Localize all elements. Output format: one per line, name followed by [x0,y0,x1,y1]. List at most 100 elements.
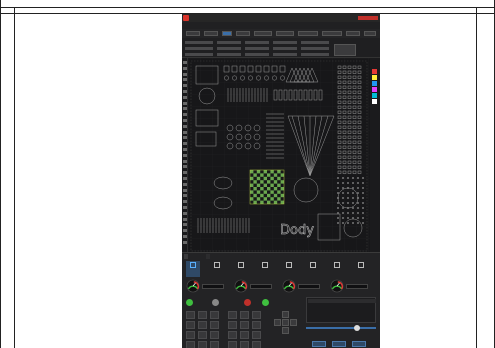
canvas-shape[interactable] [256,197,261,201]
canvas-shape[interactable] [267,187,271,191]
tool-icon[interactable] [183,90,187,93]
start-button[interactable] [258,261,272,277]
prop-cell[interactable] [273,47,297,50]
toolbar-field-1[interactable] [186,31,200,36]
enable-toggle[interactable] [186,299,193,306]
canvas-shape[interactable] [273,193,278,198]
canvas-shape[interactable] [280,180,284,184]
canvas-shape[interactable] [270,183,274,187]
option-toggle[interactable] [212,299,219,306]
prop-cell[interactable] [273,53,297,56]
control-button[interactable] [252,321,261,329]
prop-cell[interactable] [245,47,269,50]
tool-icon[interactable] [183,119,187,122]
canvas-shape[interactable] [250,183,254,187]
power-gauge-icon[interactable] [234,279,248,293]
control-button[interactable] [186,311,195,319]
tab-layer-panel[interactable] [206,254,210,259]
control-button[interactable] [228,311,237,319]
gauge-value[interactable] [250,284,272,289]
canvas-shape[interactable] [270,176,274,181]
toolbar-field-7[interactable] [298,31,318,36]
canvas-shape[interactable] [250,197,254,201]
canvas-shape[interactable] [280,200,284,204]
color-swatch[interactable] [372,81,377,86]
prop-cell[interactable] [273,41,297,44]
control-button[interactable] [210,311,219,319]
preview-button[interactable] [210,261,224,277]
canvas-shape[interactable] [250,176,254,181]
control-button[interactable] [198,311,207,319]
tool-icon[interactable] [183,206,187,209]
tool-icon[interactable] [183,148,187,151]
canvas-shape[interactable] [263,183,267,187]
canvas-shape[interactable] [260,173,264,177]
window-controls[interactable] [358,16,378,20]
min-power-gauge-icon[interactable] [282,279,296,293]
canvas-shape[interactable] [253,200,257,204]
canvas-shape[interactable] [256,190,261,194]
tool-icon[interactable] [183,159,187,163]
tool-icon[interactable] [183,211,187,215]
pause-button[interactable] [282,261,296,277]
canvas-shape[interactable] [273,200,278,204]
canvas-shape[interactable] [256,176,261,181]
canvas-shape[interactable] [250,190,254,194]
tool-icon[interactable] [183,124,187,128]
canvas-shape[interactable] [277,183,281,187]
tool-icon[interactable] [183,136,187,140]
jog-down-button[interactable] [282,327,289,334]
canvas-shape[interactable] [267,200,271,204]
prop-cell[interactable] [185,47,213,50]
canvas-shape[interactable] [260,193,264,198]
run-indicator[interactable] [262,299,269,306]
frame-button[interactable] [234,261,248,277]
control-button[interactable] [228,331,237,339]
panel-button-2[interactable] [332,341,346,347]
control-button[interactable] [252,341,261,348]
jog-left-button[interactable] [274,319,281,326]
jog-up-button[interactable] [282,311,289,318]
canvas-shape[interactable] [280,173,284,177]
canvas-shape[interactable] [260,187,264,191]
tool-icon[interactable] [183,61,187,64]
prop-cell[interactable] [185,41,213,44]
control-button[interactable] [210,321,219,329]
canvas-shape[interactable] [263,176,267,181]
color-swatch[interactable] [372,93,377,98]
canvas-shape[interactable] [270,170,274,174]
tool-icon[interactable] [183,194,187,198]
tool-icon[interactable] [183,113,187,117]
canvas-shape[interactable] [270,190,274,194]
control-button[interactable] [252,311,261,319]
color-swatch[interactable] [372,75,377,80]
control-button[interactable] [186,321,195,329]
prop-cell[interactable] [245,41,269,44]
canvas-shape[interactable] [270,197,274,201]
slider-knob[interactable] [354,325,360,331]
tool-icon[interactable] [183,229,187,233]
tool-icon[interactable] [183,177,187,180]
toolbar-field-4[interactable] [236,31,250,36]
canvas-shape[interactable] [253,180,257,184]
canvas-shape[interactable] [263,170,267,174]
tool-icon[interactable] [183,182,187,186]
canvas-shape[interactable] [267,193,271,198]
design-canvas[interactable]: Dody [188,58,370,252]
jog-step-slider[interactable] [306,325,376,331]
tool-icon[interactable] [183,171,187,175]
prop-cell[interactable] [217,41,241,44]
control-button[interactable] [210,331,219,339]
stop-indicator[interactable] [244,299,251,306]
control-button[interactable] [228,341,237,348]
toolbar-field-8[interactable] [322,31,342,36]
toolbar-field-6[interactable] [276,31,294,36]
prop-cell[interactable] [301,53,329,56]
tool-icon[interactable] [183,153,187,157]
canvas-shape[interactable] [253,193,257,198]
tool-icon[interactable] [183,66,187,70]
tool-icon[interactable] [183,107,187,111]
toolbar-field-2[interactable] [204,31,218,36]
prop-cell[interactable] [217,53,241,56]
tool-icon[interactable] [183,165,187,169]
